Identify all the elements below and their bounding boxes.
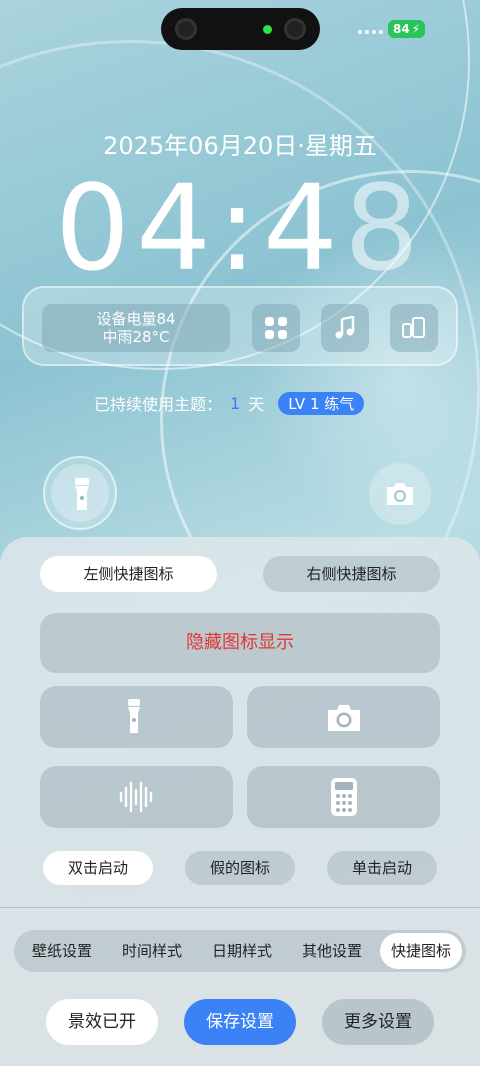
tab-time-style[interactable]: 时间样式 [110,933,194,969]
fake-icon-option[interactable]: 假的图标 [185,851,295,885]
theme-usage: 已持续使用主题： 1 天 LV 1 练气 [94,391,365,415]
hide-icon-button[interactable]: 隐藏图标显示 [40,613,440,673]
devices-icon [402,317,425,338]
voice-recorder-option[interactable] [40,766,233,828]
tab-other-settings[interactable]: 其他设置 [290,933,374,969]
save-settings-button[interactable]: 保存设置 [184,999,296,1045]
dynamic-island [161,8,320,50]
tab-shortcut-icons[interactable]: 快捷图标 [380,933,462,969]
camera-shortcut[interactable] [369,463,431,525]
flashlight-shortcut[interactable] [43,456,117,530]
camera-icon [328,705,360,731]
tab-right-shortcut[interactable]: 右侧快捷图标 [263,556,440,592]
battery-indicator: 84 ⚡ [388,20,426,38]
widget-bar: 设备电量84 中雨28°C [22,286,458,366]
apps-grid-icon [265,317,287,339]
settings-tabs: 壁纸设置 时间样式 日期样式 其他设置 快捷图标 [14,930,466,972]
calculator-option[interactable] [247,766,440,828]
divider [0,907,480,908]
shortcut-settings-sheet: 左侧快捷图标 右侧快捷图标 隐藏图标显示 双击启动 假的图标 单击启动 壁纸设置… [0,537,480,1066]
flashlight-option[interactable] [40,686,233,748]
apps-button[interactable] [252,304,300,352]
double-tap-launch[interactable]: 双击启动 [43,851,153,885]
tab-date-style[interactable]: 日期样式 [200,933,284,969]
flashlight-icon [75,478,89,510]
charging-icon: ⚡ [411,22,421,36]
single-tap-launch[interactable]: 单击启动 [327,851,437,885]
tab-wallpaper-settings[interactable]: 壁纸设置 [20,933,104,969]
camera-indicator-dot [263,25,272,34]
effects-toggle-button[interactable]: 景效已开 [46,999,158,1045]
music-icon [335,316,355,339]
device-info-widget[interactable]: 设备电量84 中雨28°C [42,304,230,352]
calculator-icon [331,778,357,816]
flashlight-icon [128,699,140,733]
level-badge: LV 1 练气 [278,391,365,415]
soundwave-icon [119,781,153,813]
camera-option[interactable] [247,686,440,748]
signal-icon [358,30,383,34]
lock-clock: 04:48 [54,159,426,297]
devices-button[interactable] [390,304,438,352]
music-button[interactable] [321,304,369,352]
tab-left-shortcut[interactable]: 左侧快捷图标 [40,556,217,592]
more-settings-button[interactable]: 更多设置 [322,999,434,1045]
camera-icon [387,483,413,505]
